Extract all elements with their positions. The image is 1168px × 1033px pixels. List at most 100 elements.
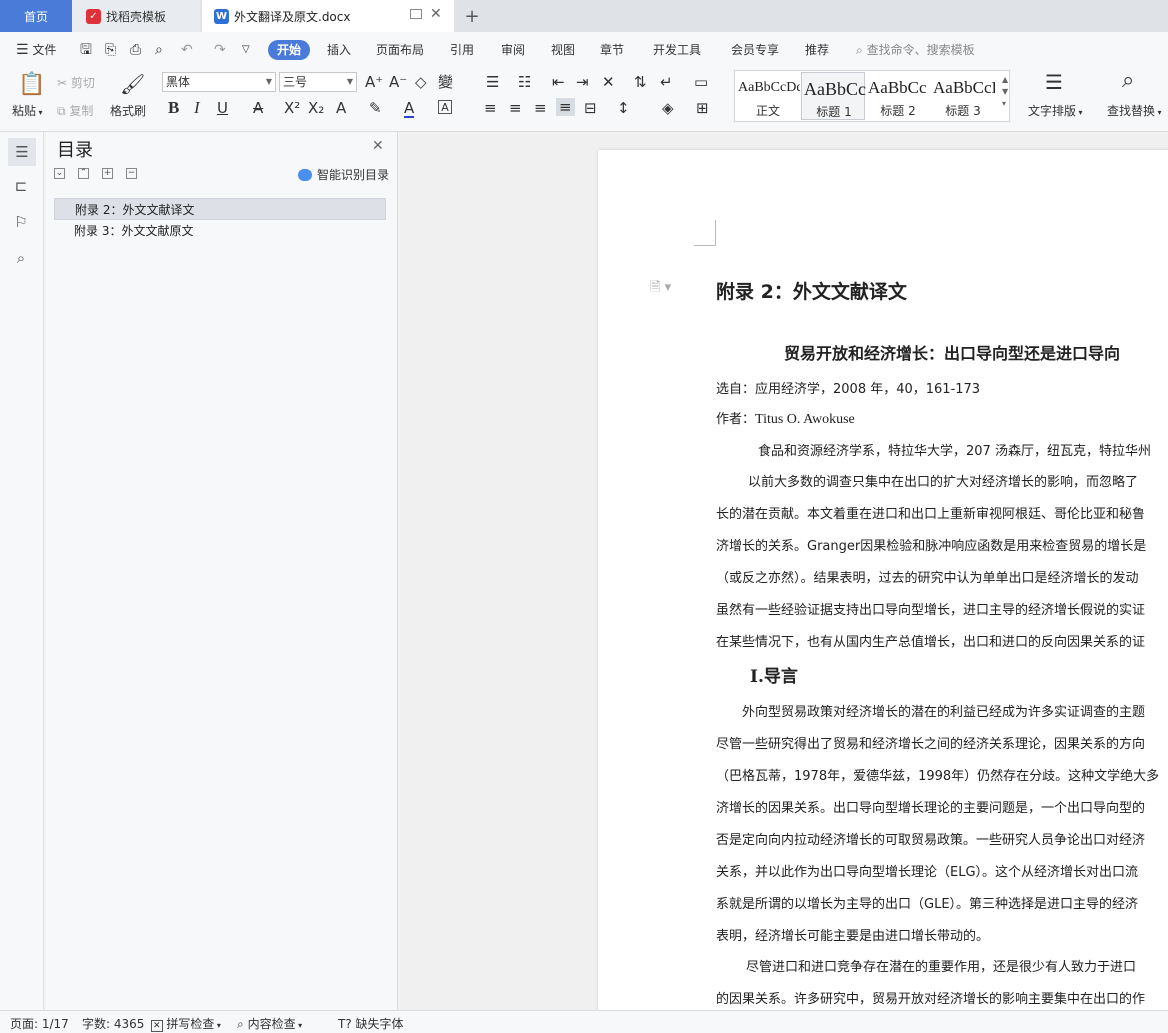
menu-review[interactable]: 审阅 [501,40,525,60]
char-border-icon[interactable]: A [438,100,452,114]
clear-format-icon[interactable]: ◇ [415,74,427,90]
line-spacing-icon[interactable]: ↕ [617,100,630,116]
collapse-icon[interactable]: ⌄ [54,168,65,179]
style-heading-1[interactable]: AaBbCc 标题 1 [801,72,866,120]
new-tab-icon[interactable]: + [462,0,482,32]
menu-recommend[interactable]: 推荐 [805,40,829,60]
smart-identify-button[interactable]: 智能识别目录 [298,166,389,183]
table-tools-icon[interactable]: ▭ [694,74,708,90]
save-icon[interactable]: 🖫 [80,40,92,60]
menu-section[interactable]: 章节 [600,40,624,60]
redo-icon[interactable]: ↷ [214,40,226,60]
numbering-icon[interactable]: ☷ [518,74,531,90]
borders-icon[interactable]: ⊞ [696,100,709,116]
spell-check-button[interactable]: ✕ 拼写检查 ▾ [151,1015,221,1032]
align-left-icon[interactable]: ≡ [484,100,497,116]
print-preview-icon[interactable]: ⌕ [155,40,163,60]
search-panel-icon[interactable]: ⌕ [12,249,30,267]
undo-icon[interactable]: ↶ [181,40,193,60]
document-page[interactable]: 🗎 ▾ 附录 2：外文文献译文 贸易开放和经济增长：出口导向型还是进口导向 选自… [598,150,1168,1010]
sort-icon[interactable]: ⇅ [634,74,647,90]
increase-font-icon[interactable]: A⁺ [365,74,383,90]
chinese-layout-icon[interactable]: ✕ [602,74,615,90]
highlight-icon[interactable]: ✎ [369,100,382,116]
style-heading-3[interactable]: AaBbCcI 标题 3 [931,72,995,120]
print-icon[interactable]: ⎙ [130,40,141,60]
file-menu[interactable]: ☰ 文件 [16,40,56,60]
find-icon[interactable]: ⌕ [1122,68,1134,93]
superscript-icon[interactable]: X² [284,100,300,116]
font-size-select[interactable]: 三号 ▼ [279,72,357,92]
paste-button[interactable]: 粘贴 ▾ [12,102,43,119]
increase-indent-icon[interactable]: ⇥ [576,74,589,90]
distributed-icon[interactable]: ⊟ [584,100,597,116]
doc-title: 贸易开放和经济增长：出口导向型还是进口导向 [784,344,1121,363]
customize-qat-icon[interactable]: ▽ [242,40,250,60]
copy-button[interactable]: ⧉ 复制 [57,102,93,119]
paragraph-options-icon[interactable]: 🗎 ▾ [650,278,671,300]
hamburger-icon: ☰ [16,42,29,58]
command-search[interactable]: ⌕ 查找命令、搜索模板 [856,40,975,60]
tab-template-label: 找稻壳模板 [106,9,167,24]
word-count[interactable]: 字数: 4365 [82,1015,144,1032]
style-normal[interactable]: AaBbCcDd 正文 [736,72,800,120]
paste-icon[interactable]: 📋 [18,72,45,97]
strikethrough-icon[interactable]: A [253,100,263,116]
gallery-scroll-icon[interactable]: ▲ ▼ ▾ [1002,74,1008,110]
shading-icon[interactable]: ◈ [662,100,674,116]
decrease-indent-icon[interactable]: ⇤ [552,74,565,90]
menu-page-layout[interactable]: 页面布局 [376,40,424,60]
toc-title: 目录 [57,140,93,161]
window-icon[interactable] [410,9,422,19]
format-painter-button[interactable]: 格式刷 [110,102,146,119]
phonetic-guide-icon[interactable]: 變 [438,74,453,90]
find-replace-button[interactable]: 查找替换 ▾ [1107,102,1162,119]
subscript-icon[interactable]: X₂ [308,100,324,116]
toc-panel-icon[interactable]: ☰ [8,138,36,166]
format-painter-icon[interactable]: 🖌 [120,72,145,96]
body-line: （巴格瓦蒂，1978年，爱德华兹，1998年）仍然存在分歧。这种文学绝大多 [716,769,1160,784]
menu-references[interactable]: 引用 [450,40,474,60]
cut-button[interactable]: ✂ 剪切 [57,74,95,91]
menu-start[interactable]: 开始 [268,40,311,60]
tab-template[interactable]: ✓ 找稻壳模板 [72,0,200,32]
export-pdf-icon[interactable]: ⎘ [105,40,116,60]
font-name-select[interactable]: 黑体 ▼ [162,72,276,92]
bullets-icon[interactable]: ☰ [486,74,499,90]
page-count[interactable]: 页面: 1/17 [10,1015,69,1032]
menu-insert[interactable]: 插入 [327,40,351,60]
italic-icon[interactable]: I [194,99,200,116]
text-layout-icon[interactable]: ☰ [1045,70,1063,94]
tab-home[interactable]: 首页 [0,0,72,32]
decrease-font-icon[interactable]: A⁻ [389,74,407,90]
style-heading-2[interactable]: AaBbCc 标题 2 [866,72,930,120]
add-heading-icon[interactable]: + [102,168,113,179]
underline-icon[interactable]: U [217,100,228,116]
text-layout-label: 文字排版 [1028,104,1077,118]
section-heading: Ⅰ.导言 [750,667,798,687]
text-layout-button[interactable]: 文字排版 ▾ [1028,102,1083,119]
show-marks-icon[interactable]: ↵ [660,74,673,90]
content-check-button[interactable]: ⌕ 内容检查 ▾ [237,1015,302,1032]
align-center-icon[interactable]: ≡ [509,100,522,116]
missing-font-button[interactable]: T? 缺失字体 [338,1015,404,1032]
body-line: 系就是所谓的以增长为主导的出口（GLE）。第三种选择是进口主导的经济 [716,897,1139,912]
toc-item[interactable]: 附录 2：外文文献译文 [54,198,386,220]
bold-icon[interactable]: B [168,99,179,116]
align-right-icon[interactable]: ≡ [534,100,547,116]
menu-view[interactable]: 视图 [551,40,575,60]
document-area[interactable]: 🗎 ▾ 附录 2：外文文献译文 贸易开放和经济增长：出口导向型还是进口导向 选自… [400,132,1168,1010]
menu-membership[interactable]: 会员专享 [731,40,779,60]
font-color-icon[interactable]: A [404,100,415,118]
close-tab-icon[interactable]: ✕ [430,6,442,22]
chapter-nav-icon[interactable]: ⊏ [12,177,30,195]
remove-heading-icon[interactable]: − [126,168,137,179]
text-effect-icon[interactable]: A [336,100,346,116]
menu-developer[interactable]: 开发工具 [653,40,701,60]
justify-icon[interactable]: ≡ [556,98,575,116]
close-icon[interactable]: ✕ [372,138,384,154]
tab-document[interactable]: W 外文翻译及原文.docx ✕ [202,0,454,32]
bookmark-icon[interactable]: ⚐ [12,213,30,231]
expand-icon[interactable]: ⌃ [78,168,89,179]
toc-item[interactable]: 附录 3：外文文献原文 [54,220,386,242]
